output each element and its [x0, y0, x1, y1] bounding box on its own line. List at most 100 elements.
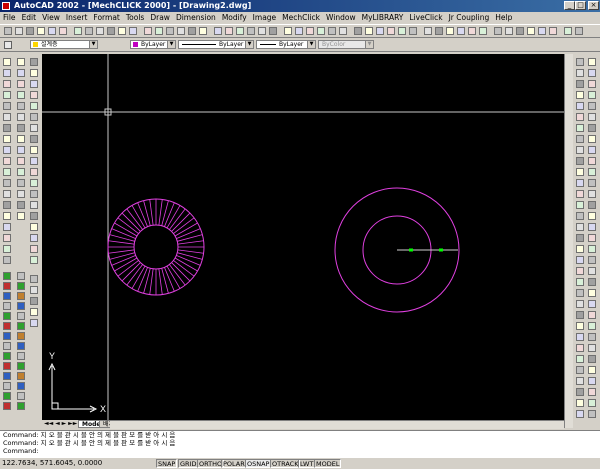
- toolbar-button-icon[interactable]: [376, 27, 384, 35]
- tool-icon[interactable]: [17, 382, 25, 390]
- command-window[interactable]: Command: 지 오 블 관 시 블 안 의 제 블 판 모 를 받 아 시…: [0, 430, 600, 458]
- tool-icon[interactable]: [30, 179, 38, 187]
- tool-icon[interactable]: [3, 201, 11, 209]
- tool-icon[interactable]: [30, 245, 38, 253]
- tool-icon[interactable]: [576, 399, 584, 407]
- toolbar-button-icon[interactable]: [247, 27, 255, 35]
- toolbar-button-icon[interactable]: [527, 27, 535, 35]
- tool-icon[interactable]: [17, 392, 25, 400]
- vertical-scrollbar[interactable]: [564, 54, 573, 428]
- tool-icon[interactable]: [17, 58, 25, 66]
- tool-icon[interactable]: [30, 190, 38, 198]
- menu-mechclick[interactable]: MechClick: [279, 12, 323, 24]
- tool-icon[interactable]: [576, 289, 584, 297]
- model-button[interactable]: MODEL: [314, 459, 342, 468]
- tool-icon[interactable]: [576, 146, 584, 154]
- drawing-area[interactable]: Y X: [42, 54, 564, 420]
- tool-icon[interactable]: [30, 297, 38, 305]
- tool-icon[interactable]: [588, 399, 596, 407]
- tool-icon[interactable]: [3, 234, 11, 242]
- toolbar-button-icon[interactable]: [538, 27, 546, 35]
- tool-icon[interactable]: [30, 286, 38, 294]
- tool-icon[interactable]: [30, 58, 38, 66]
- tool-icon[interactable]: [3, 223, 11, 231]
- menu-insert[interactable]: Insert: [63, 12, 91, 24]
- tool-icon[interactable]: [588, 256, 596, 264]
- toolbar-button-icon[interactable]: [549, 27, 557, 35]
- tool-icon[interactable]: [3, 332, 11, 340]
- toolbar-button-icon[interactable]: [328, 27, 336, 35]
- tool-icon[interactable]: [30, 135, 38, 143]
- tool-icon[interactable]: [576, 58, 584, 66]
- tool-icon[interactable]: [17, 168, 25, 176]
- toolbar-button-icon[interactable]: [96, 27, 104, 35]
- tool-icon[interactable]: [30, 157, 38, 165]
- menu-image[interactable]: Image: [250, 12, 280, 24]
- tool-icon[interactable]: [3, 69, 11, 77]
- menu-dimension[interactable]: Dimension: [173, 12, 219, 24]
- menu-modify[interactable]: Modify: [219, 12, 250, 24]
- toolbar-button-icon[interactable]: [435, 27, 443, 35]
- tool-icon[interactable]: [576, 201, 584, 209]
- tool-icon[interactable]: [588, 80, 596, 88]
- grip-icon[interactable]: [439, 248, 443, 252]
- toolbar-button-icon[interactable]: [15, 27, 23, 35]
- tool-icon[interactable]: [3, 362, 11, 370]
- menu-file[interactable]: File: [0, 12, 19, 24]
- tool-icon[interactable]: [576, 344, 584, 352]
- tool-icon[interactable]: [588, 322, 596, 330]
- tool-icon[interactable]: [576, 80, 584, 88]
- tool-icon[interactable]: [588, 377, 596, 385]
- tool-icon[interactable]: [30, 69, 38, 77]
- toolbar-button-icon[interactable]: [317, 27, 325, 35]
- tool-icon[interactable]: [588, 267, 596, 275]
- tool-icon[interactable]: [3, 302, 11, 310]
- tool-icon[interactable]: [576, 69, 584, 77]
- tool-icon[interactable]: [17, 80, 25, 88]
- tool-icon[interactable]: [17, 312, 25, 320]
- tool-icon[interactable]: [17, 352, 25, 360]
- tool-icon[interactable]: [588, 157, 596, 165]
- tool-icon[interactable]: [3, 272, 11, 280]
- polar-button[interactable]: POLAR: [221, 459, 247, 468]
- tool-icon[interactable]: [17, 179, 25, 187]
- tool-icon[interactable]: [17, 135, 25, 143]
- toolbar-button-icon[interactable]: [258, 27, 266, 35]
- lineweight-combo[interactable]: ByLayer ▼: [256, 40, 316, 49]
- tab-nav-buttons[interactable]: ◄◄ ◄ ► ►►: [42, 420, 78, 428]
- toolbar-button-icon[interactable]: [155, 27, 163, 35]
- toolbar-button-icon[interactable]: [284, 27, 292, 35]
- toolbar-button-icon[interactable]: [306, 27, 314, 35]
- toolbar-button-icon[interactable]: [4, 27, 12, 35]
- tool-icon[interactable]: [576, 278, 584, 286]
- tool-icon[interactable]: [3, 342, 11, 350]
- tool-icon[interactable]: [588, 355, 596, 363]
- layer-manager-icon[interactable]: [4, 41, 12, 49]
- tool-icon[interactable]: [30, 234, 38, 242]
- tool-icon[interactable]: [3, 58, 11, 66]
- tool-icon[interactable]: [30, 102, 38, 110]
- tool-icon[interactable]: [3, 352, 11, 360]
- tool-icon[interactable]: [576, 91, 584, 99]
- menu-liveclick[interactable]: LiveClick: [406, 12, 445, 24]
- tool-icon[interactable]: [17, 402, 25, 410]
- tool-icon[interactable]: [588, 179, 596, 187]
- toolbar-button-icon[interactable]: [424, 27, 432, 35]
- tool-icon[interactable]: [576, 190, 584, 198]
- tool-icon[interactable]: [3, 146, 11, 154]
- tool-icon[interactable]: [576, 300, 584, 308]
- tool-icon[interactable]: [588, 168, 596, 176]
- tool-icon[interactable]: [30, 319, 38, 327]
- tool-icon[interactable]: [588, 201, 596, 209]
- tool-icon[interactable]: [576, 113, 584, 121]
- tool-icon[interactable]: [576, 267, 584, 275]
- toolbar-button-icon[interactable]: [365, 27, 373, 35]
- tool-icon[interactable]: [3, 135, 11, 143]
- toolbar-button-icon[interactable]: [339, 27, 347, 35]
- toolbar-button-icon[interactable]: [398, 27, 406, 35]
- tool-icon[interactable]: [17, 302, 25, 310]
- tool-icon[interactable]: [17, 212, 25, 220]
- tool-icon[interactable]: [576, 212, 584, 220]
- tool-icon[interactable]: [588, 102, 596, 110]
- concentric-circles[interactable]: [334, 187, 460, 313]
